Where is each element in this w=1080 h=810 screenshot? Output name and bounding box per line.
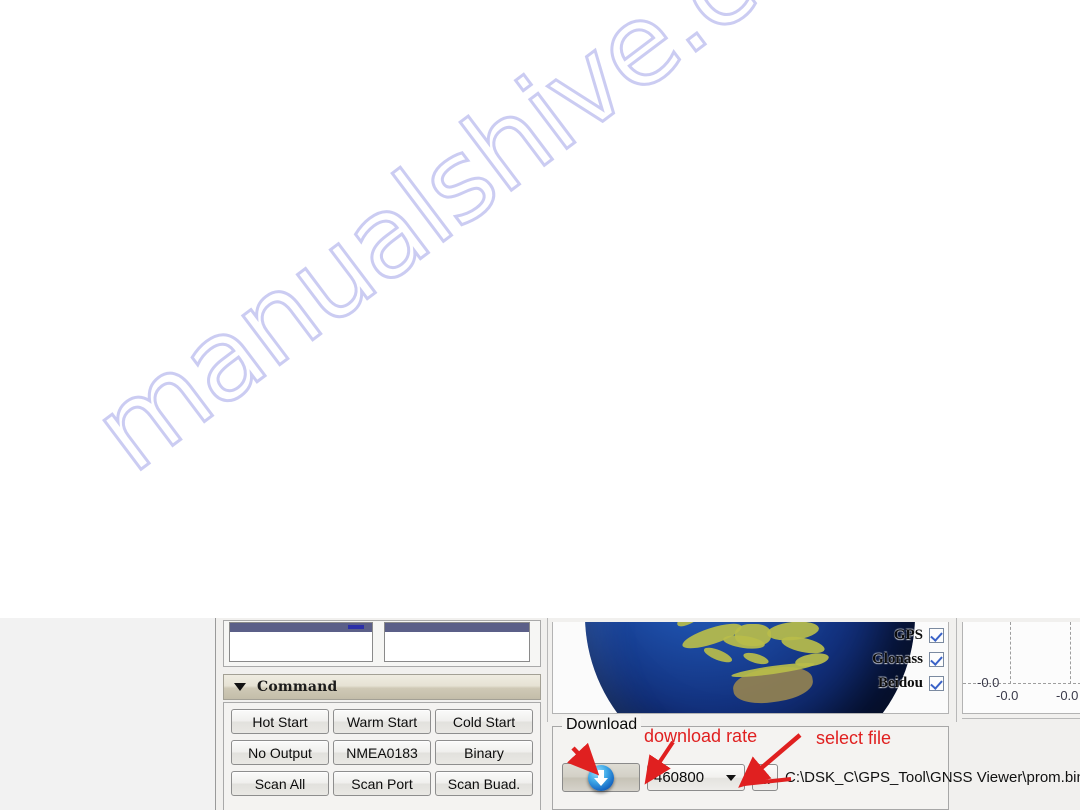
command-section-title: Command <box>257 679 338 695</box>
nmea0183-button[interactable]: NMEA0183 <box>333 740 431 765</box>
command-buttons-panel: Hot Start Warm Start Cold Start No Outpu… <box>223 702 541 810</box>
download-button[interactable] <box>562 763 640 792</box>
command-button-row: Hot Start Warm Start Cold Start <box>231 709 533 734</box>
middle-column: GPS Glonass Beidou Download 460800 ... C… <box>552 618 1080 810</box>
no-output-button[interactable]: No Output <box>231 740 329 765</box>
scan-port-button[interactable]: Scan Port <box>333 771 431 796</box>
cold-start-button[interactable]: Cold Start <box>435 709 533 734</box>
download-group: Download 460800 ... C:\DSK_C\GPS_Tool\GN… <box>552 716 1080 810</box>
scan-all-button[interactable]: Scan All <box>231 771 329 796</box>
command-section-header[interactable]: Command <box>223 674 541 700</box>
panel-splitter-right[interactable] <box>956 618 957 722</box>
download-rate-value: 460800 <box>654 769 705 786</box>
listbox-left[interactable] <box>229 622 373 662</box>
hot-start-button[interactable]: Hot Start <box>231 709 329 734</box>
gnss-checkbox-row-glonass[interactable]: Glonass <box>848 648 944 670</box>
gps-label: GPS <box>893 626 923 643</box>
listbox-selected-row[interactable] <box>230 623 372 632</box>
panel-splitter[interactable] <box>547 618 548 722</box>
select-file-button[interactable]: ... <box>752 764 778 791</box>
warm-start-button[interactable]: Warm Start <box>333 709 431 734</box>
globe-view-panel[interactable]: GPS Glonass Beidou <box>552 622 949 714</box>
listbox-selected-row[interactable] <box>385 623 529 632</box>
beidou-checkbox[interactable] <box>929 675 944 691</box>
gps-checkbox[interactable] <box>929 627 944 643</box>
listbox-right[interactable] <box>384 622 530 662</box>
listbox-caret-icon <box>348 625 364 629</box>
download-group-label: Download <box>562 716 642 734</box>
glonass-checkbox[interactable] <box>929 651 944 667</box>
right-column: -0.0 -0.0 -0.0 <box>960 618 1080 810</box>
scan-baud-button[interactable]: Scan Buad. <box>435 771 533 796</box>
triangle-down-icon[interactable] <box>234 683 246 691</box>
binary-button[interactable]: Binary <box>435 740 533 765</box>
plot-gridline-vertical <box>1010 622 1011 684</box>
chevron-down-icon[interactable] <box>726 774 736 781</box>
gnss-systems-checkbox-group: GPS Glonass Beidou <box>848 624 944 696</box>
left-column: Command Hot Start Warm Start Cold Start … <box>221 618 545 810</box>
watermark-text: manualshive.com <box>69 0 917 498</box>
plot-gridline-vertical <box>1070 622 1071 684</box>
signal-plot-panel[interactable]: -0.0 -0.0 -0.0 <box>962 622 1080 714</box>
command-button-row: Scan All Scan Port Scan Buad. <box>231 771 533 796</box>
glonass-label: Glonass <box>872 650 923 667</box>
plot-xtick-label: -0.0 <box>996 688 1019 703</box>
download-rate-dropdown[interactable]: 460800 <box>647 764 745 791</box>
gnss-checkbox-row-beidou[interactable]: Beidou <box>848 672 944 694</box>
screenshot-root: manualshive.com Command Hot Start Warm S… <box>0 0 1080 810</box>
right-panel-divider <box>962 718 1080 719</box>
listboxes-group <box>223 620 541 667</box>
plot-xtick-label: -0.0 <box>1056 688 1079 703</box>
gnss-checkbox-row-gps[interactable]: GPS <box>848 624 944 646</box>
application-window-fragment: Command Hot Start Warm Start Cold Start … <box>0 618 1080 810</box>
command-button-row: No Output NMEA0183 Binary <box>231 740 533 765</box>
beidou-label: Beidou <box>877 674 923 691</box>
download-icon <box>588 764 614 791</box>
